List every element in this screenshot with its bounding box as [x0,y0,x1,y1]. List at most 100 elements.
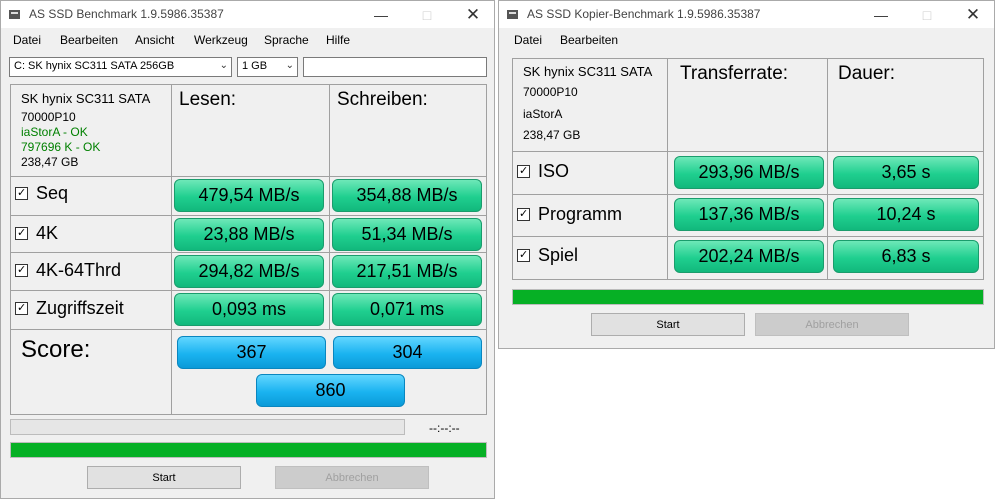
checkbox-programm[interactable] [517,208,530,221]
divider [10,176,487,177]
menu-ansicht[interactable]: Ansicht [135,33,174,47]
maximize-button[interactable]: □ [904,1,950,28]
divider [10,290,487,291]
start-button[interactable]: Start [87,466,241,489]
divider [512,194,984,195]
start-button[interactable]: Start [591,313,745,336]
drive-capacity: 238,47 GB [523,128,581,142]
row-seq[interactable]: Seq [15,183,68,204]
score-total: 860 [256,374,405,407]
drive-capacity: 238,47 GB [21,155,79,169]
close-icon: ✕ [465,4,481,24]
row-programm[interactable]: Programm [517,204,622,225]
divider [10,215,487,216]
minimize-button[interactable]: — [358,1,404,28]
row-iso-label: ISO [538,161,570,181]
menu-bearbeiten[interactable]: Bearbeiten [60,33,118,47]
maximize-icon: □ [922,6,932,23]
menu-bar: Datei Bearbeiten [499,28,994,51]
drive-firmware: 70000P10 [523,85,578,99]
row-4k[interactable]: 4K [15,223,58,244]
iso-rate-value: 293,96 MB/s [674,156,824,189]
menu-werkzeug[interactable]: Werkzeug [194,33,248,47]
row-seq-label: Seq [36,183,69,203]
menu-bearbeiten[interactable]: Bearbeiten [560,33,618,47]
row-4k64[interactable]: 4K-64Thrd [15,260,121,281]
col-write-header: Schreiben: [337,89,428,110]
drive-model: SK hynix SC311 SATA [523,64,653,79]
cancel-button[interactable]: Abbrechen [755,313,909,336]
checkbox-seq[interactable] [15,187,28,200]
window-title: AS SSD Benchmark 1.9.5986.35387 [29,7,224,21]
row-4k64-label: 4K-64Thrd [36,260,122,280]
4k-write-value: 51,34 MB/s [332,218,482,251]
close-button[interactable]: ✕ [450,1,496,28]
title-bar[interactable]: AS SSD Kopier-Benchmark 1.9.5986.35387 —… [499,1,994,28]
divider [10,252,487,253]
divider [329,84,330,329]
spiel-duration-value: 6,83 s [833,240,979,273]
drive-select[interactable]: C: SK hynix SC311 SATA 256GB ⌄ [9,57,232,77]
close-button[interactable]: ✕ [950,1,995,28]
cancel-button[interactable]: Abbrechen [275,466,429,489]
row-spiel[interactable]: Spiel [517,245,578,266]
chevron-down-icon: ⌄ [285,60,294,71]
4k-read-value: 23,88 MB/s [174,218,324,251]
window-title: AS SSD Kopier-Benchmark 1.9.5986.35387 [527,7,761,21]
progress-fill [513,290,983,304]
col-read-header: Lesen: [179,89,237,110]
divider [512,151,984,152]
size-select[interactable]: 1 GB ⌄ [237,57,298,77]
maximize-button[interactable]: □ [404,1,450,28]
row-programm-label: Programm [538,204,623,224]
size-select-value: 1 GB [242,60,268,72]
row-access-time-label: Zugriffszeit [36,298,124,318]
benchmark-window: AS SSD Benchmark 1.9.5986.35387 — □ ✕ Da… [0,0,495,499]
progress-fill [11,443,486,457]
col-rate-header: Transferrate: [680,63,789,84]
col-duration-header: Dauer: [838,63,896,84]
row-iso[interactable]: ISO [517,161,569,182]
driver-name: iaStorA [523,107,563,121]
menu-hilfe[interactable]: Hilfe [326,33,350,47]
checkbox-spiel[interactable] [517,249,530,262]
menu-datei[interactable]: Datei [514,33,542,47]
row-spiel-label: Spiel [538,245,579,265]
checkbox-access-time[interactable] [15,302,28,315]
maximize-icon: □ [422,6,432,23]
minimize-icon: — [374,6,388,23]
drive-model: SK hynix SC311 SATA [21,91,151,106]
title-bar[interactable]: AS SSD Benchmark 1.9.5986.35387 — □ ✕ [1,1,494,28]
info-textbox[interactable] [303,57,487,77]
divider [171,84,172,415]
4k64-write-value: 217,51 MB/s [332,255,482,288]
score-label: Score: [21,336,91,363]
seq-write-value: 354,88 MB/s [332,179,482,212]
chevron-down-icon: ⌄ [219,60,228,71]
checkbox-4k64[interactable] [15,264,28,277]
seq-read-value: 479,54 MB/s [174,179,324,212]
row-4k-label: 4K [36,223,59,243]
app-icon [9,10,20,19]
menu-bar: Datei Bearbeiten Ansicht Werkzeug Sprach… [1,28,494,51]
divider [512,236,984,237]
drive-firmware: 70000P10 [21,110,76,124]
close-icon: ✕ [965,4,981,24]
checkbox-4k[interactable] [15,227,28,240]
app-icon [507,10,518,19]
row-access-time[interactable]: Zugriffszeit [15,298,124,319]
menu-sprache[interactable]: Sprache [264,33,309,47]
checkbox-iso[interactable] [517,165,530,178]
access-read-value: 0,093 ms [174,293,324,326]
drive-select-value: C: SK hynix SC311 SATA 256GB [14,60,175,72]
score-write: 304 [333,336,482,369]
progress-bar [512,289,984,305]
progress-bar-current [10,419,405,435]
menu-datei[interactable]: Datei [13,33,41,47]
access-write-value: 0,071 ms [332,293,482,326]
divider [10,329,487,330]
minimize-button[interactable]: — [858,1,904,28]
elapsed-time: --:--:-- [429,421,460,435]
spiel-rate-value: 202,24 MB/s [674,240,824,273]
iso-duration-value: 3,65 s [833,156,979,189]
